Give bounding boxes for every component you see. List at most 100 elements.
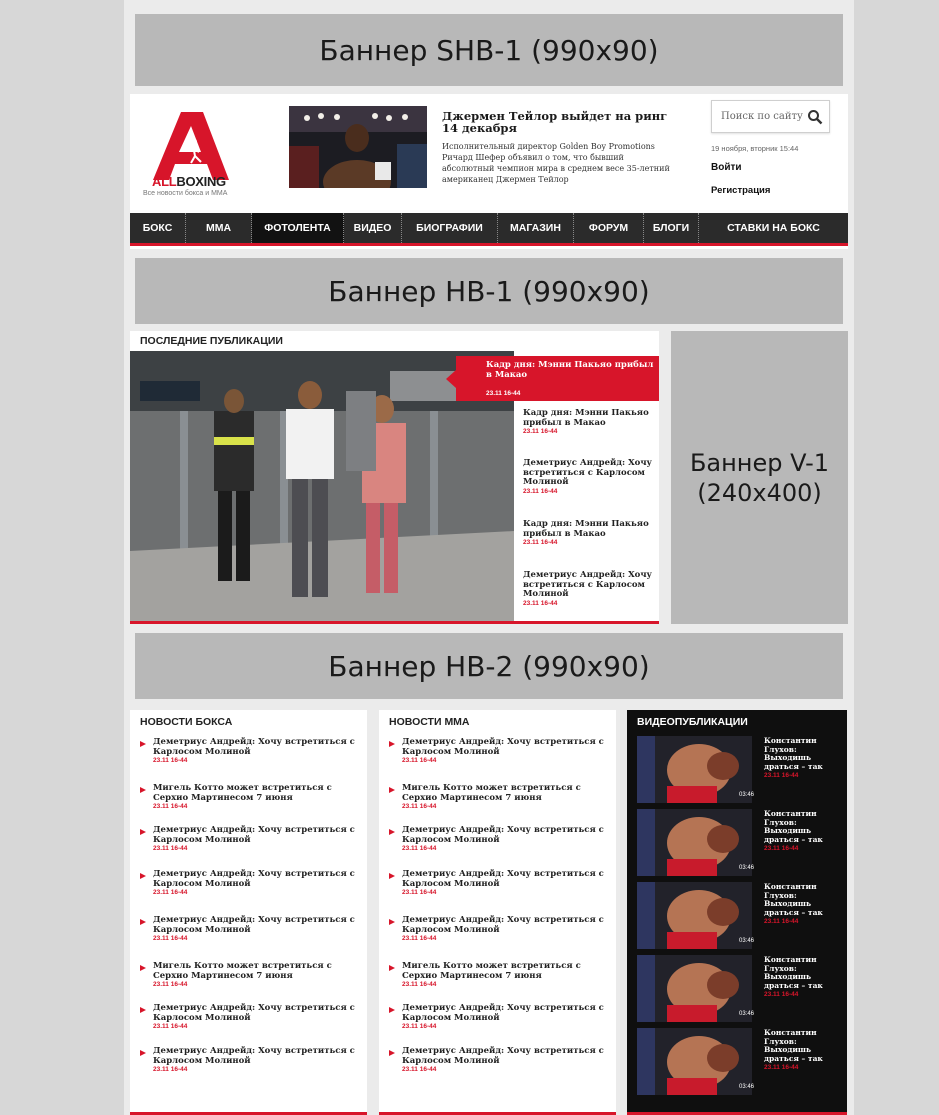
nav-item-mma[interactable]: ММА [186, 213, 252, 243]
section-title: ВИДЕОПУБЛИКАЦИИ [637, 716, 748, 728]
news-title[interactable]: Деметриус Андрейд: Хочу встретиться с Ка… [153, 737, 362, 757]
news-time: 23.11 16-44 [402, 757, 437, 764]
banner-v1-line1: Баннер V-1 [689, 448, 830, 477]
video-item[interactable]: 03:46 Константин Глухов: Выходишь дратьс… [637, 736, 847, 803]
nav-item-video[interactable]: ВИДЕО [344, 213, 402, 243]
publication-title[interactable]: Кадр дня: Мэнни Пакьяо прибыл в Макао [523, 519, 655, 539]
logo-tagline: Все новости бокса и ММА [143, 190, 228, 197]
list-item[interactable]: Деметриус Андрейд: Хочу встретиться с Ка… [389, 1046, 611, 1073]
video-title[interactable]: Константин Глухов: Выходишь драться – та… [764, 1028, 844, 1063]
list-item[interactable]: Деметриус Андрейд: Хочу встретиться с Ка… [389, 825, 611, 852]
news-title[interactable]: Деметриус Андрейд: Хочу встретиться с Ка… [153, 915, 362, 935]
search-icon[interactable] [807, 109, 823, 125]
news-title[interactable]: Деметриус Андрейд: Хочу встретиться с Ка… [153, 1003, 362, 1023]
news-time: 23.11 16-44 [153, 803, 188, 810]
nav-item-forum[interactable]: ФОРУМ [574, 213, 644, 243]
bullet-arrow-icon [140, 873, 146, 879]
list-item[interactable]: Деметриус Андрейд: Хочу встретиться с Ка… [140, 737, 362, 764]
list-item[interactable]: Деметриус Андрейд: Хочу встретиться с Ка… [389, 1003, 611, 1030]
bullet-arrow-icon [389, 919, 395, 925]
list-item[interactable]: Кадр дня: Мэнни Пакьяо прибыл в Макао 23… [523, 408, 655, 435]
video-thumbnail[interactable] [637, 955, 752, 1022]
list-item[interactable]: Деметриус Андрейд: Хочу встретиться с Ка… [389, 737, 611, 764]
list-item[interactable]: Деметриус Андрейд: Хочу встретиться с Ка… [140, 1003, 362, 1030]
latest-publications: ПОСЛЕДНИЕ ПУБЛИКАЦИИ Кадр дня: Мэнни Пак… [130, 331, 659, 624]
news-title[interactable]: Мигель Котто может встретиться с Серхио … [402, 783, 611, 803]
video-thumbnail[interactable] [637, 1028, 752, 1095]
news-title[interactable]: Деметриус Андрейд: Хочу встретиться с Ка… [402, 915, 611, 935]
nav-item-bios[interactable]: БИОГРАФИИ [402, 213, 498, 243]
search-box[interactable]: Поиск по сайту [711, 100, 830, 133]
section-title: НОВОСТИ ММА [389, 716, 470, 728]
hero-excerpt: Исполнительный директор Golden Boy Promo… [442, 142, 670, 184]
news-title[interactable]: Мигель Котто может встретиться с Серхио … [153, 783, 362, 803]
nav-item-blogs[interactable]: БЛОГИ [644, 213, 699, 243]
banner-shb1[interactable]: Баннер SHB-1 (990x90) [135, 14, 843, 86]
list-item[interactable]: Мигель Котто может встретиться с Серхио … [389, 783, 611, 810]
news-time: 23.11 16-44 [402, 803, 437, 810]
list-item[interactable]: Деметриус Андрейд: Хочу встретиться с Ка… [523, 458, 655, 494]
news-title[interactable]: Мигель Котто может встретиться с Серхио … [402, 961, 611, 981]
list-item[interactable]: Мигель Котто может встретиться с Серхио … [140, 783, 362, 810]
nav-item-shop[interactable]: МАГАЗИН [498, 213, 574, 243]
video-title[interactable]: Константин Глухов: Выходишь драться – та… [764, 955, 844, 990]
list-item[interactable]: Деметриус Андрейд: Хочу встретиться с Ка… [140, 915, 362, 942]
register-link[interactable]: Регистрация [711, 185, 770, 196]
video-title[interactable]: Константин Глухов: Выходишь драться – та… [764, 736, 844, 771]
list-item[interactable]: Деметриус Андрейд: Хочу встретиться с Ка… [140, 869, 362, 896]
publication-title[interactable]: Кадр дня: Мэнни Пакьяо прибыл в Макао [523, 408, 655, 428]
video-thumbnail[interactable] [637, 809, 752, 876]
news-title[interactable]: Деметриус Андрейд: Хочу встретиться с Ка… [153, 1046, 362, 1066]
hero-thumbnail[interactable] [289, 106, 427, 188]
nav-item-boxing[interactable]: БОКС [130, 213, 186, 243]
bullet-arrow-icon [389, 741, 395, 747]
publication-time: 23.11 16-44 [523, 539, 558, 546]
video-time: 23.11 16-44 [764, 772, 799, 779]
news-title[interactable]: Деметриус Андрейд: Хочу встретиться с Ка… [402, 737, 611, 757]
nav-item-betting[interactable]: СТАВКИ НА БОКС [699, 213, 848, 243]
video-item[interactable]: 03:46 Константин Глухов: Выходишь дратьс… [637, 955, 847, 1022]
news-time: 23.11 16-44 [402, 889, 437, 896]
search-input[interactable]: Поиск по сайту [721, 111, 803, 122]
list-item[interactable]: Мигель Котто может встретиться с Серхио … [140, 961, 362, 988]
list-item[interactable]: Деметриус Андрейд: Хочу встретиться с Ка… [389, 915, 611, 942]
list-item[interactable]: Деметриус Андрейд: Хочу встретиться с Ка… [523, 570, 655, 606]
banner-v1[interactable]: Баннер V-1 (240x400) [671, 331, 848, 624]
publication-title[interactable]: Деметриус Андрейд: Хочу встретиться с Ка… [523, 570, 655, 600]
news-title[interactable]: Деметриус Андрейд: Хочу встретиться с Ка… [402, 869, 611, 889]
video-thumbnail[interactable] [637, 736, 752, 803]
publication-time: 23.11 16-44 [523, 428, 558, 435]
news-title[interactable]: Деметриус Андрейд: Хочу встретиться с Ка… [153, 825, 362, 845]
news-title[interactable]: Мигель Котто может встретиться с Серхио … [153, 961, 362, 981]
news-time: 23.11 16-44 [402, 1066, 437, 1073]
featured-callout[interactable]: Кадр дня: Мэнни Пакьяо прибыл в Макао 23… [446, 356, 659, 401]
nav-item-photos[interactable]: ФОТОЛЕНТА [252, 213, 344, 243]
banner-v1-text: Баннер V-1 (240x400) [690, 448, 829, 508]
list-item[interactable]: Деметриус Андрейд: Хочу встретиться с Ка… [389, 869, 611, 896]
video-time: 23.11 16-44 [764, 1064, 799, 1071]
bullet-arrow-icon [140, 1007, 146, 1013]
video-item[interactable]: 03:46 Константин Глухов: Выходишь дратьс… [637, 882, 847, 949]
list-item[interactable]: Мигель Котто может встретиться с Серхио … [389, 961, 611, 988]
banner-hb1[interactable]: Баннер HB-1 (990x90) [135, 258, 843, 324]
list-item[interactable]: Деметриус Андрейд: Хочу встретиться с Ка… [140, 1046, 362, 1073]
list-item[interactable]: Деметриус Андрейд: Хочу встретиться с Ка… [140, 825, 362, 852]
news-title[interactable]: Деметриус Андрейд: Хочу встретиться с Ка… [402, 825, 611, 845]
list-item[interactable]: Кадр дня: Мэнни Пакьяо прибыл в Макао 23… [523, 519, 655, 546]
video-item[interactable]: 03:46 Константин Глухов: Выходишь дратьс… [637, 1028, 847, 1095]
publication-title[interactable]: Деметриус Андрейд: Хочу встретиться с Ка… [523, 458, 655, 488]
video-title[interactable]: Константин Глухов: Выходишь драться – та… [764, 809, 844, 844]
featured-title[interactable]: Кадр дня: Мэнни Пакьяо прибыл в Макао [486, 360, 654, 380]
news-title[interactable]: Деметриус Андрейд: Хочу встретиться с Ка… [402, 1003, 611, 1023]
news-time: 23.11 16-44 [153, 1066, 188, 1073]
bullet-arrow-icon [140, 829, 146, 835]
banner-hb2[interactable]: Баннер HB-2 (990x90) [135, 633, 843, 699]
news-title[interactable]: Деметриус Андрейд: Хочу встретиться с Ка… [402, 1046, 611, 1066]
video-thumbnail[interactable] [637, 882, 752, 949]
hero-headline[interactable]: Джермен Тейлор выйдет на ринг 14 декабря [442, 110, 670, 134]
news-title[interactable]: Деметриус Андрейд: Хочу встретиться с Ка… [153, 869, 362, 889]
video-title[interactable]: Константин Глухов: Выходишь драться – та… [764, 882, 844, 917]
login-link[interactable]: Войти [711, 162, 742, 173]
video-time: 23.11 16-44 [764, 991, 799, 998]
video-item[interactable]: 03:46 Константин Глухов: Выходишь дратьс… [637, 809, 847, 876]
